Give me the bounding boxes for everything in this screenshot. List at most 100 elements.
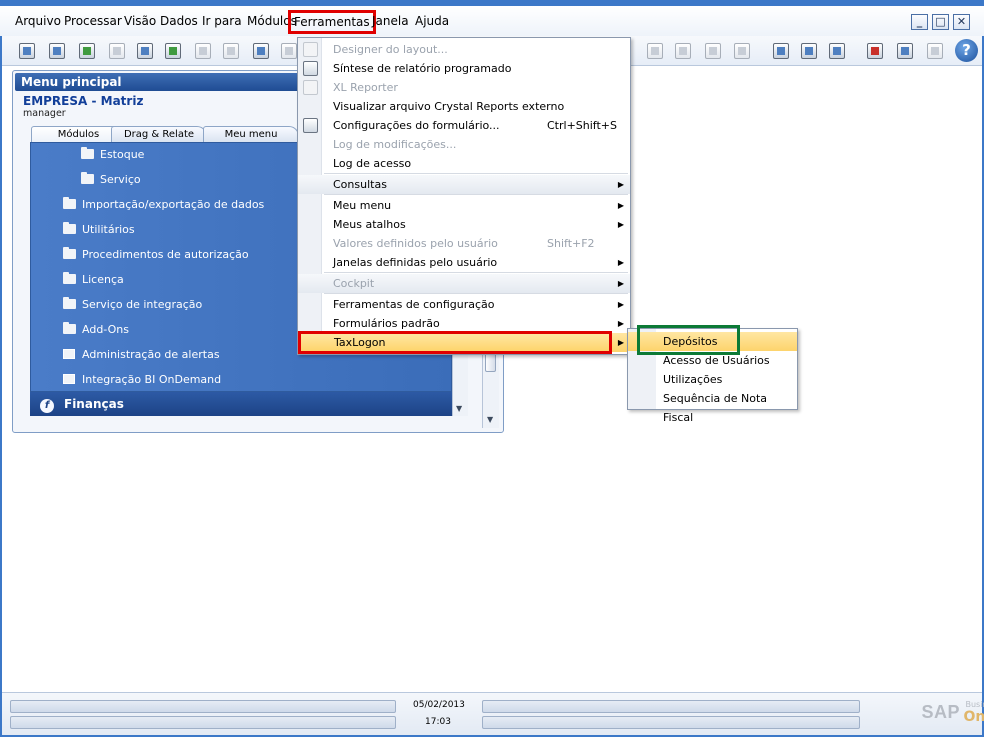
- tree-item-procedimentos[interactable]: Procedimentos de autorização: [63, 245, 249, 265]
- menu-item-log-modificacoes[interactable]: Log de modificações...: [298, 135, 630, 154]
- database-icon[interactable]: [826, 40, 848, 62]
- printer-icon[interactable]: [134, 40, 156, 62]
- ferramentas-dropdown: Designer do layout... Síntese de relatór…: [297, 37, 631, 355]
- window-icon: [63, 349, 75, 359]
- menu-item-valores-definidos[interactable]: Valores definidos pelo usuário Shift+F2: [298, 234, 630, 253]
- tab-meu-menu[interactable]: Meu menu: [203, 126, 299, 143]
- restore-button[interactable]: □: [932, 14, 949, 30]
- scales-icon[interactable]: [672, 40, 694, 62]
- menu-item-consultas[interactable]: Consultas ▶: [298, 175, 630, 194]
- menu-ferramentas[interactable]: Ferramentas: [288, 10, 376, 34]
- tab-drag-relate[interactable]: Drag & Relate: [111, 126, 207, 143]
- help-icon[interactable]: ?: [955, 39, 978, 62]
- warehouse-icon[interactable]: [644, 40, 666, 62]
- tree-item-utilitarios[interactable]: Utilitários: [63, 220, 135, 240]
- highlight-box-depositos: [637, 325, 740, 355]
- menu-item-sintese-relatorio[interactable]: Síntese de relatório programado: [298, 59, 630, 78]
- folder-icon: [63, 272, 76, 284]
- status-date: 05/02/2013: [413, 700, 465, 710]
- pencil-icon: [303, 42, 318, 57]
- tree-item-alertas[interactable]: Administração de alertas: [63, 345, 220, 365]
- xl-reporter-icon: [303, 80, 318, 95]
- minimize-button[interactable]: _: [911, 14, 928, 30]
- folder-icon: [63, 247, 76, 259]
- status-field-4: [482, 716, 860, 729]
- menu-item-cockpit[interactable]: Cockpit ▶: [298, 274, 630, 293]
- submenu-arrow-icon: ▶: [617, 338, 624, 347]
- menu-janela[interactable]: Janela: [372, 14, 409, 28]
- menu-item-janelas-definidas[interactable]: Janelas definidas pelo usuário ▶: [298, 253, 630, 272]
- menu-ajuda[interactable]: Ajuda: [415, 14, 449, 28]
- submenu-arrow-icon: ▶: [617, 180, 624, 189]
- word-icon[interactable]: [192, 40, 214, 62]
- close-button[interactable]: ✕: [953, 14, 970, 30]
- folder-icon: [81, 147, 94, 159]
- financas-icon: f: [40, 399, 54, 413]
- submenu-arrow-icon: ▶: [617, 258, 624, 267]
- tree-item-servico[interactable]: Serviço: [81, 170, 141, 190]
- excel-icon[interactable]: [162, 40, 184, 62]
- settings-icon[interactable]: [798, 40, 820, 62]
- menu-item-taxlogon[interactable]: TaxLogon: [298, 331, 612, 354]
- menu-separator: [324, 173, 628, 174]
- navigate-icon[interactable]: [250, 40, 272, 62]
- tree-item-estoque[interactable]: Estoque: [81, 145, 144, 165]
- tree-icon[interactable]: [924, 40, 946, 62]
- chevron-down-icon[interactable]: ▼: [487, 415, 493, 424]
- tree-item-licenca[interactable]: Licença: [63, 270, 124, 290]
- submenu-arrow-icon: ▶: [617, 279, 624, 288]
- financas-module[interactable]: f Finanças: [30, 392, 452, 416]
- menu-item-meus-atalhos[interactable]: Meus atalhos ▶: [298, 215, 630, 234]
- tree-item-servico-integracao[interactable]: Serviço de integração: [63, 295, 202, 315]
- menu-item-meu-menu[interactable]: Meu menu ▶: [298, 196, 630, 215]
- print-icon[interactable]: [46, 40, 68, 62]
- menu-visao[interactable]: Visão: [124, 14, 156, 28]
- company-name: EMPRESA - Matriz: [23, 94, 144, 108]
- folder-icon: [81, 172, 94, 184]
- menu-ir-para[interactable]: Ir para: [202, 14, 242, 28]
- menu-separator: [324, 272, 628, 273]
- status-field-3: [482, 700, 860, 713]
- folder-icon: [63, 222, 76, 234]
- window-icon: [63, 374, 75, 384]
- menu-bar: Arquivo Processar Visão Dados Ir para Mó…: [0, 6, 984, 36]
- submenu-arrow-icon: ▶: [617, 220, 624, 229]
- book-icon[interactable]: [702, 40, 724, 62]
- status-time: 17:03: [425, 717, 451, 727]
- fax-icon[interactable]: [106, 40, 128, 62]
- folder-icon: [63, 197, 76, 209]
- submenu-item-utilizacoes[interactable]: Utilizações: [628, 370, 797, 389]
- pdf-icon[interactable]: [220, 40, 242, 62]
- chevron-down-icon[interactable]: ▼: [456, 404, 462, 413]
- calendar-icon[interactable]: [894, 40, 916, 62]
- menu-item-designer-layout[interactable]: Designer do layout...: [298, 40, 630, 59]
- menu-dados[interactable]: Dados: [160, 14, 198, 28]
- submenu-arrow-icon: ▶: [617, 300, 624, 309]
- export-icon[interactable]: [76, 40, 98, 62]
- edit-icon[interactable]: [770, 40, 792, 62]
- window-controls: _ □ ✕: [911, 14, 970, 30]
- menu-processar[interactable]: Processar: [64, 14, 122, 28]
- menu-separator: [324, 293, 628, 294]
- tree-item-importacao[interactable]: Importação/exportação de dados: [63, 195, 264, 215]
- submenu-arrow-icon: ▶: [617, 201, 624, 210]
- shortcut-label: Ctrl+Shift+S: [547, 119, 617, 132]
- logo-one-text: One: [963, 709, 984, 725]
- submenu-item-sequencia-nota-fiscal[interactable]: Sequência de Nota Fiscal: [628, 389, 797, 424]
- tree-item-bi-ondemand[interactable]: Integração BI OnDemand: [63, 370, 221, 390]
- menu-arquivo[interactable]: Arquivo: [15, 14, 61, 28]
- shortcut-label: Shift+F2: [547, 237, 595, 250]
- menu-item-ferramentas-config[interactable]: Ferramentas de configuração ▶: [298, 295, 630, 314]
- logo-business-text: Business: [965, 700, 984, 709]
- menu-item-crystal-reports[interactable]: Visualizar arquivo Crystal Reports exter…: [298, 97, 630, 116]
- status-bar: 05/02/2013 17:03 SAP Business One: [2, 692, 984, 735]
- calc-icon[interactable]: [731, 40, 753, 62]
- folder-icon: [63, 297, 76, 309]
- mail-icon[interactable]: [864, 40, 886, 62]
- user-name: manager: [23, 108, 66, 119]
- menu-item-log-acesso[interactable]: Log de acesso: [298, 154, 630, 173]
- menu-item-xl-reporter[interactable]: XL Reporter: [298, 78, 630, 97]
- tree-item-add-ons[interactable]: Add-Ons: [63, 320, 129, 340]
- print-preview-icon[interactable]: [16, 40, 38, 62]
- menu-item-config-formulario[interactable]: Configurações do formulário... Ctrl+Shift…: [298, 116, 630, 135]
